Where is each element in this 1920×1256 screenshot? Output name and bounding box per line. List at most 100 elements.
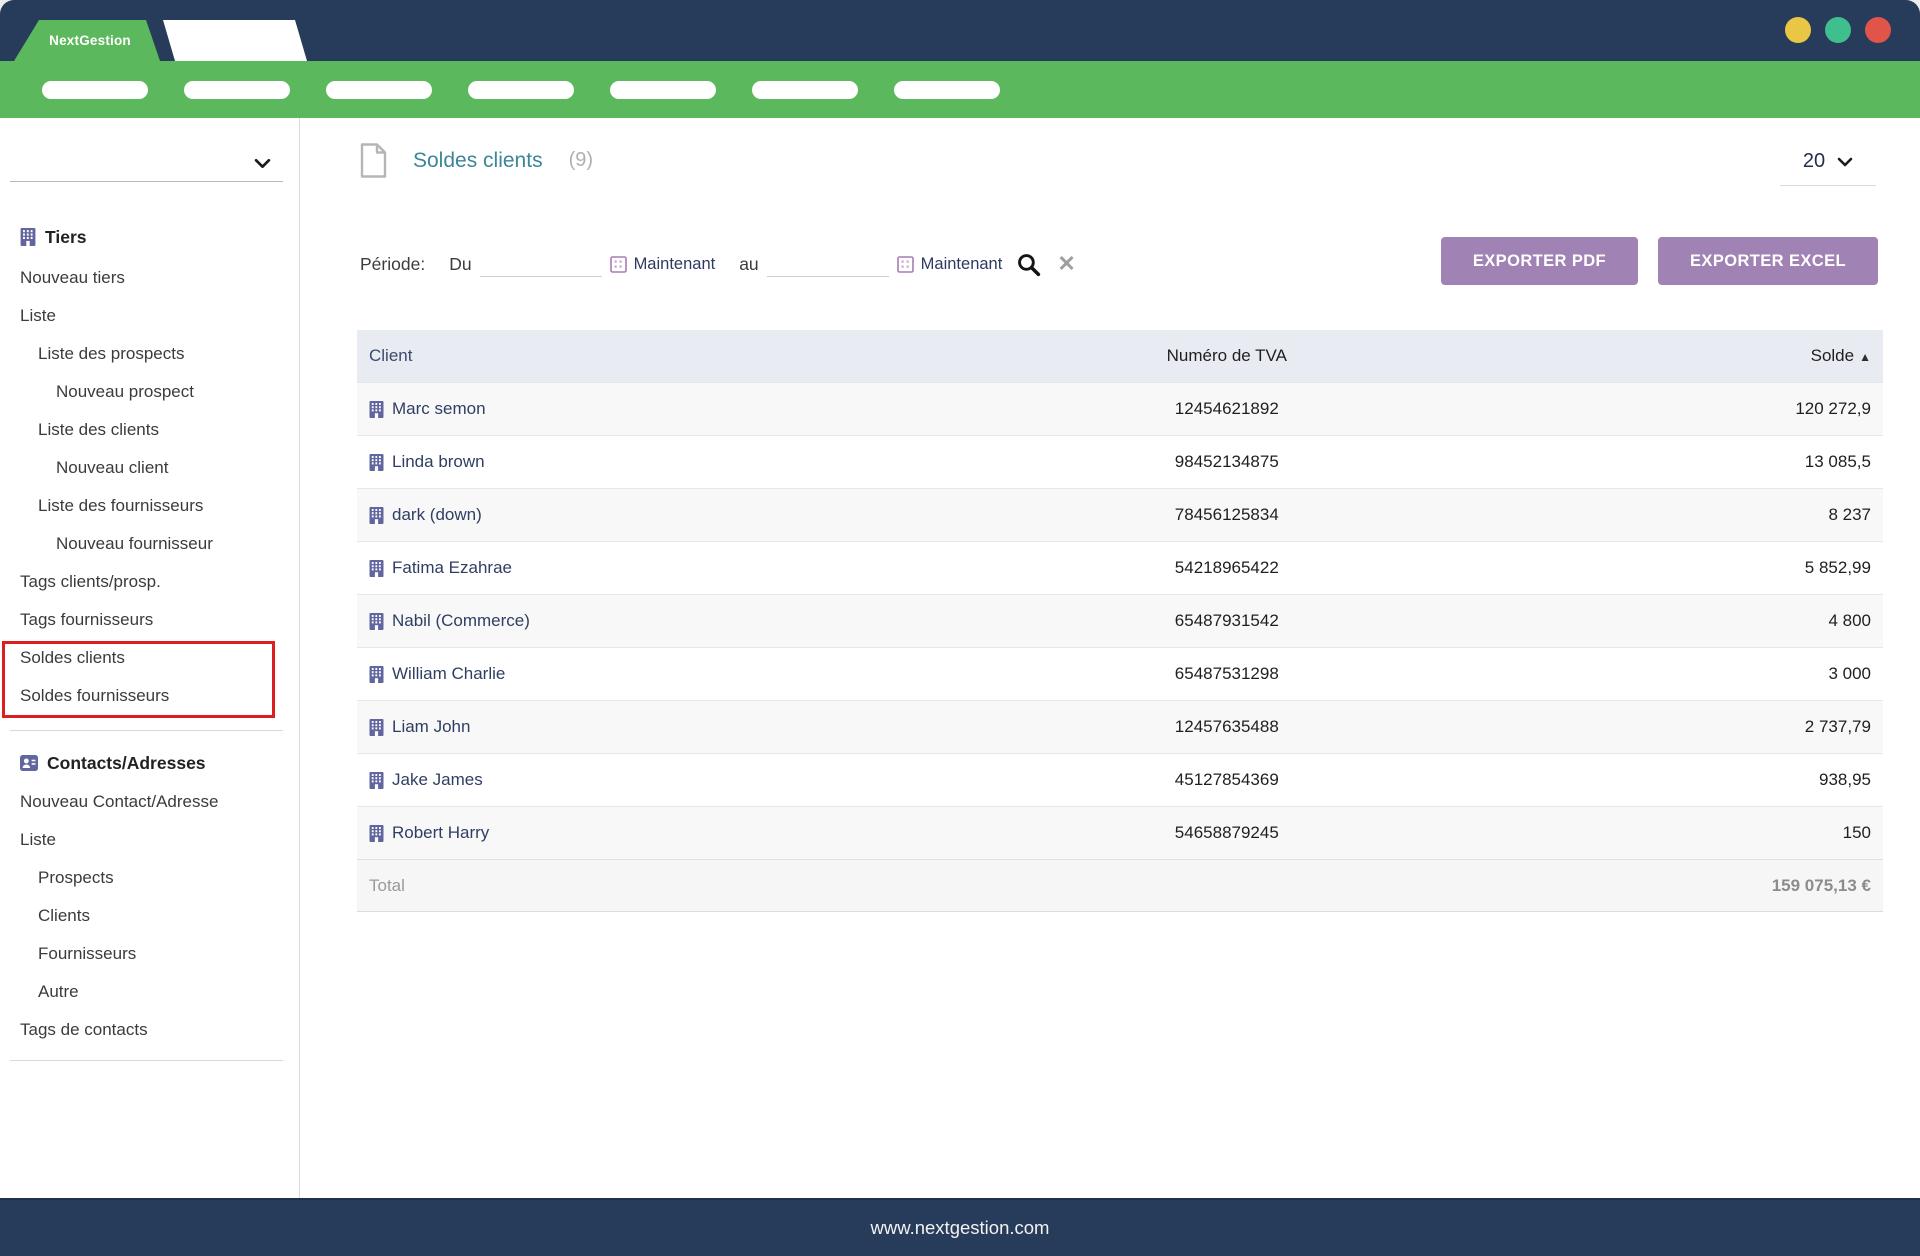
brand-label: NextGestion [43,33,131,48]
tva-cell: 54218965422 [1028,558,1425,578]
sidebar-item-liste-des-fournisseurs[interactable]: Liste des fournisseurs [0,487,300,525]
client-link[interactable]: Jake James [392,770,483,790]
search-icon[interactable] [1016,252,1041,277]
table-row: Fatima Ezahrae 54218965422 5 852,99 [357,541,1883,594]
sidebar-item-tags-de-contacts[interactable]: Tags de contacts [0,1011,300,1049]
sidebar-item-prospects[interactable]: Prospects [0,859,300,897]
footer-url: www.nextgestion.com [871,1217,1050,1239]
solde-cell: 938,95 [1425,770,1883,790]
main-nav-bar [0,61,1920,118]
sidebar-item-autre[interactable]: Autre [0,973,300,1011]
nav-pill[interactable] [184,81,290,99]
sidebar-item-nouveau-client[interactable]: Nouveau client [0,449,300,487]
sidebar-item-soldes-fournisseurs[interactable]: Soldes fournisseurs [0,677,300,715]
solde-cell: 4 800 [1425,611,1883,631]
client-link[interactable]: Fatima Ezahrae [392,558,512,578]
client-link[interactable]: Linda brown [392,452,485,472]
balances-table: Client Numéro de TVA Solde▲ Marc semon 1… [357,330,1883,912]
from-now-link[interactable]: Maintenant [610,255,716,274]
client-link[interactable]: dark (down) [392,505,482,525]
column-header-solde[interactable]: Solde▲ [1425,346,1883,366]
nav-pill[interactable] [42,81,148,99]
tva-cell: 45127854369 [1028,770,1425,790]
clear-filter-icon[interactable]: ✕ [1057,253,1075,275]
nav-pill[interactable] [894,81,1000,99]
solde-cell: 8 237 [1425,505,1883,525]
client-link[interactable]: Robert Harry [392,823,489,843]
sidebar-item-nouveau-contact[interactable]: Nouveau Contact/Adresse [0,783,300,821]
sidebar-item-nouveau-tiers[interactable]: Nouveau tiers [0,259,300,297]
building-icon [369,613,384,630]
sidebar-item-liste-des-clients[interactable]: Liste des clients [0,411,300,449]
solde-cell: 13 085,5 [1425,452,1883,472]
export-excel-button[interactable]: EXPORTER EXCEL [1658,237,1878,285]
minimize-dot[interactable] [1785,17,1811,43]
table-total-row: Total 159 075,13 € [357,859,1883,912]
building-icon [369,560,384,577]
nav-pill[interactable] [752,81,858,99]
tva-cell: 12457635488 [1028,717,1425,737]
client-link[interactable]: Nabil (Commerce) [392,611,530,631]
building-icon [369,719,384,736]
period-label: Période: [360,254,425,275]
page-size-select[interactable]: 20 [1780,150,1876,186]
tva-cell: 12454621892 [1028,399,1425,419]
solde-cell: 120 272,9 [1425,399,1883,419]
sort-asc-icon: ▲ [1859,350,1871,364]
building-icon [369,401,384,418]
section-title: Tiers [45,227,87,248]
tva-cell: 98452134875 [1028,452,1425,472]
sidebar-group-contacts: Nouveau Contact/Adresse Liste Prospects … [0,783,300,1049]
client-link[interactable]: Marc semon [392,399,486,419]
tva-cell: 78456125834 [1028,505,1425,525]
sidebar-item-liste-contacts[interactable]: Liste [0,821,300,859]
solde-cell: 3 000 [1425,664,1883,684]
sidebar-item-fournisseurs[interactable]: Fournisseurs [0,935,300,973]
nav-pill[interactable] [326,81,432,99]
total-value: 159 075,13 € [1028,876,1883,896]
window-controls [1785,17,1891,43]
export-pdf-button[interactable]: EXPORTER PDF [1441,237,1638,285]
section-header-contacts: Contacts/Adresses [20,744,206,782]
from-label: Du [449,254,471,275]
sidebar-item-liste[interactable]: Liste [0,297,300,335]
date-to-input[interactable] [767,251,889,277]
sidebar-item-liste-des-prospects[interactable]: Liste des prospects [0,335,300,373]
table-row: Liam John 12457635488 2 737,79 [357,700,1883,753]
blank-tab [163,20,307,61]
sidebar: Tiers Nouveau tiers Liste Liste des pros… [0,118,300,1198]
sidebar-item-tags-fournisseurs[interactable]: Tags fournisseurs [0,601,300,639]
column-header-tva[interactable]: Numéro de TVA [1028,346,1425,366]
tva-cell: 65487931542 [1028,611,1425,631]
column-header-client[interactable]: Client [357,346,1028,366]
nav-pill-group [42,81,1000,99]
table-header-row: Client Numéro de TVA Solde▲ [357,330,1883,382]
date-from-input[interactable] [480,251,602,277]
select-underline [1780,185,1876,186]
sidebar-item-tags-clients[interactable]: Tags clients/prosp. [0,563,300,601]
client-link[interactable]: William Charlie [392,664,505,684]
sidebar-item-soldes-clients[interactable]: Soldes clients [0,639,300,677]
building-icon [20,228,36,246]
sidebar-dropdown[interactable] [10,148,283,182]
table-row: Nabil (Commerce) 65487931542 4 800 [357,594,1883,647]
building-icon [369,454,384,471]
maximize-dot[interactable] [1825,17,1851,43]
client-link[interactable]: Liam John [392,717,470,737]
solde-cell: 150 [1425,823,1883,843]
tva-cell: 65487531298 [1028,664,1425,684]
result-count: (9) [569,149,593,172]
solde-cell: 5 852,99 [1425,558,1883,578]
sidebar-item-nouveau-fournisseur[interactable]: Nouveau fournisseur [0,525,300,563]
main-content: Soldes clients (9) 20 Période: Du Mainte… [300,118,1920,1198]
export-buttons: EXPORTER PDF EXPORTER EXCEL [1441,237,1878,285]
sidebar-item-clients[interactable]: Clients [0,897,300,935]
nav-pill[interactable] [610,81,716,99]
building-icon [369,666,384,683]
footer-bar: www.nextgestion.com [0,1198,1920,1256]
chevron-down-icon [254,158,271,169]
nav-pill[interactable] [468,81,574,99]
sidebar-item-nouveau-prospect[interactable]: Nouveau prospect [0,373,300,411]
close-dot[interactable] [1865,17,1891,43]
to-now-link[interactable]: Maintenant [897,255,1003,274]
